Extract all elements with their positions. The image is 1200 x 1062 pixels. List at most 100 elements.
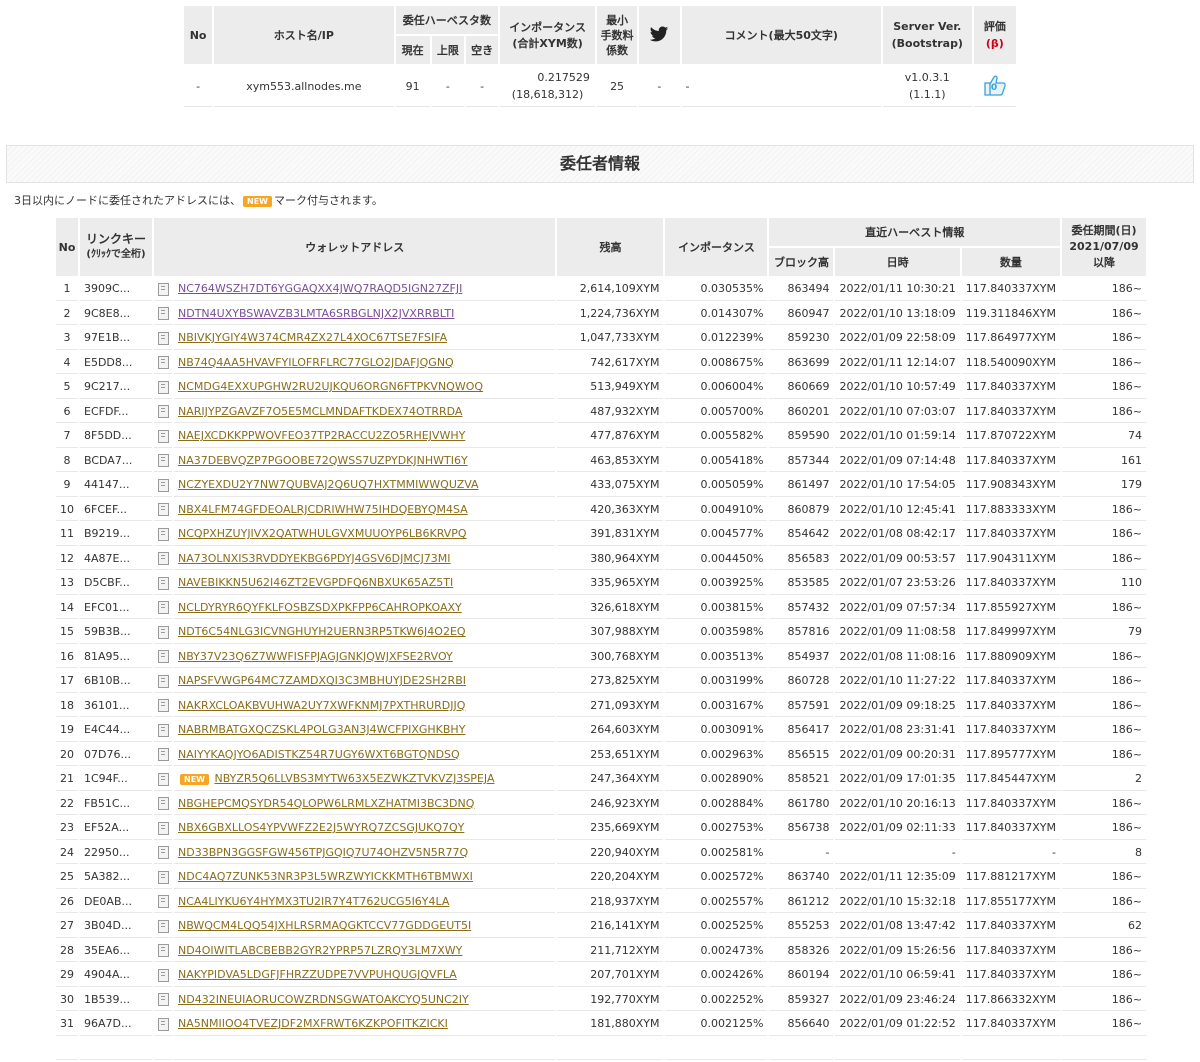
link-key[interactable]: EFC01... <box>80 597 152 619</box>
wallet-address-link[interactable]: ND33BPN3GGSFGW456TPJGQIQ7U74OHZV5N5R77Q <box>178 846 468 859</box>
wallet-address-link[interactable]: NA37DEBVQZP7PGOOBE72QWSS7UZPYDKJNHWTI6Y <box>178 454 468 467</box>
wallet-address-link[interactable]: NBYZR5Q6LLVBS3MYTW63X5EZWKZTVKVZJ3SPEJA <box>214 772 494 785</box>
link-key[interactable]: 96A7D... <box>80 1013 152 1036</box>
copy-button[interactable] <box>154 646 172 668</box>
copy-button[interactable] <box>154 499 172 521</box>
copy-button[interactable] <box>154 621 172 644</box>
wallet-address-link[interactable]: NBWQCM4LQQ54JXHLRSRMAQGKTCCV77GDDGEUT5I <box>178 919 471 932</box>
copy-button[interactable] <box>154 866 172 889</box>
link-key[interactable]: BCDA7... <box>80 450 152 472</box>
harvest-amount: 117.840337XYM <box>961 940 1060 962</box>
wallet-address-link[interactable]: NDTN4UXYBSWAVZB3LMTA6SRBGLNJX2JVXRRBLTI <box>178 307 454 320</box>
delegation-days: 186~ <box>1062 548 1146 570</box>
wallet-address-link[interactable]: NBIVKJYGIY4W374CMR4ZX27L4XOC67TSE7FSIFA <box>178 331 447 344</box>
link-key[interactable]: 36101... <box>80 695 152 717</box>
copy-button[interactable] <box>154 842 172 864</box>
block-height: 859230 <box>769 327 834 350</box>
copy-button[interactable] <box>154 793 172 815</box>
copy-button[interactable] <box>154 817 172 840</box>
copy-button[interactable] <box>154 523 172 546</box>
copy-button[interactable] <box>154 719 172 742</box>
copy-button[interactable] <box>154 768 172 791</box>
wallet-address-link[interactable]: NABRMBATGXQCZSKL4POLG3AN3J4WCFPIXGHKBHY <box>178 723 465 736</box>
copy-button[interactable] <box>154 940 172 962</box>
copy-button[interactable] <box>154 548 172 570</box>
copy-button[interactable] <box>154 989 172 1011</box>
wallet-address-link[interactable]: NCQPXHZUYJIVX2QATWHULGVXMUUOYP6LB6KRVPQ <box>178 527 467 540</box>
wallet-address-link[interactable]: ND4OIWITLABCBEBB2GYR2YPRP57LZRQY3LM7XWY <box>178 944 462 957</box>
link-key[interactable]: 6B10B... <box>80 670 152 693</box>
copy-button[interactable] <box>154 278 172 301</box>
link-key[interactable]: E5DD8... <box>80 352 152 374</box>
link-key[interactable]: 22950... <box>80 842 152 864</box>
copy-button[interactable] <box>154 670 172 693</box>
link-key[interactable]: 4A87E... <box>80 548 152 570</box>
wallet-address-link[interactable]: NARIJYPZGAVZF7O5E5MCLMNDAFTKDEX74OTRRDA <box>178 405 462 418</box>
copy-button[interactable] <box>154 964 172 987</box>
copy-button[interactable] <box>154 474 172 497</box>
link-key[interactable]: D5CBF... <box>80 572 152 595</box>
link-key[interactable]: E4C44... <box>80 719 152 742</box>
copy-button[interactable] <box>154 572 172 595</box>
link-key[interactable]: 9C217... <box>80 376 152 399</box>
copy-button[interactable] <box>154 450 172 472</box>
link-key[interactable]: 6FCEF... <box>80 499 152 521</box>
link-key[interactable]: 59B3B... <box>80 621 152 644</box>
copy-button[interactable] <box>154 352 172 374</box>
like-button[interactable]: 0 <box>982 72 1008 98</box>
link-key[interactable]: 5A382... <box>80 866 152 889</box>
copy-button[interactable] <box>154 1013 172 1036</box>
copy-button[interactable] <box>154 695 172 717</box>
wallet-address-link[interactable]: NAVEBIKKN5U62I46ZT2EVGPDFQ6NBXUK65AZ5TI <box>178 576 453 589</box>
table-row: 27 3B04D... NBWQCM4LQQ54JXHLRSRMAQGKTCCV77… <box>56 915 1146 938</box>
link-key[interactable]: 1B539... <box>80 989 152 1011</box>
empty-cell <box>56 1038 78 1060</box>
copy-button[interactable] <box>154 425 172 448</box>
wallet-address-link[interactable]: NCMDG4EXXUPGHW2RU2UJKQU6ORGN6FTPKVNQWOQ <box>178 380 483 393</box>
link-key[interactable]: 4904A... <box>80 964 152 987</box>
wallet-address-link[interactable]: NCLDYRYR6QYFKLFOSBZSDXPKFPP6CAHROPKOAXY <box>178 601 462 614</box>
wallet-address-link[interactable]: NDT6C54NLG3ICVNGHUYH2UERN3RP5TKW6J4O2EQ <box>178 625 466 638</box>
copy-button[interactable] <box>154 376 172 399</box>
link-key[interactable]: 97E1B... <box>80 327 152 350</box>
link-key[interactable]: 44147... <box>80 474 152 497</box>
copy-button[interactable] <box>154 597 172 619</box>
link-key[interactable]: FB51C... <box>80 793 152 815</box>
link-key[interactable]: 8F5DD... <box>80 425 152 448</box>
wallet-address-link[interactable]: NA73OLNXIS3RVDDYEKBG6PDYJ4GSV6DJMCJ73MI <box>178 552 451 565</box>
wallet-address-link[interactable]: NBX6GBXLLOS4YPVWFZ2E2J5WYRQ7ZCSGJUKQ7QY <box>178 821 464 834</box>
link-key[interactable]: DE0AB... <box>80 891 152 913</box>
link-key[interactable]: ECFDF... <box>80 401 152 423</box>
link-key[interactable]: 9C8E8... <box>80 303 152 325</box>
wallet-address-link[interactable]: NAKRXCLOAKBVUHWA2UY7XWFKNMJ7PXTHRURDJJQ <box>178 699 465 712</box>
wallet-address-link[interactable]: NAIYYKAQJYO6ADISTKZ54R7UGY6WXT6BGTQNDSQ <box>178 748 460 761</box>
wallet-address-link[interactable]: NC764WSZH7DT6YGGAQXX4JWQ7RAQD5IGN27ZFJI <box>178 282 462 295</box>
copy-button[interactable] <box>154 327 172 350</box>
link-key[interactable]: B9219... <box>80 523 152 546</box>
copy-button[interactable] <box>154 891 172 913</box>
wallet-address-link[interactable]: NBX4LFM74GFDEOALRJCDRIWHW75IHDQEBYQM4SA <box>178 503 468 516</box>
link-key[interactable]: 3B04D... <box>80 915 152 938</box>
wallet-address-link[interactable]: NAEJXCDKKPPWOVFEO37TP2RACCU2ZO5RHEJVWHY <box>178 429 465 442</box>
wallet-address-link[interactable]: NDC4AQ7ZUNK53NR3P3L5WRZWYICKKMTH6TBMWXI <box>178 870 473 883</box>
link-key[interactable]: 1C94F... <box>80 768 152 791</box>
wallet-address-link[interactable]: NBY37V23Q6Z7WWFISFPJAGJGNKJQWJXFSE2RVOY <box>178 650 453 663</box>
wallet-address-link[interactable]: NCA4LIYKU6Y4HYMX3TU2IR7Y4T762UCG5I6Y4LA <box>178 895 449 908</box>
header-rating-label: 評価 <box>983 20 1006 33</box>
wallet-address-link[interactable]: NBGHEPCMQSYDR54QLOPW6LRMLXZHATMI3BC3DNQ <box>178 797 474 810</box>
link-key[interactable]: 35EA6... <box>80 940 152 962</box>
copy-button[interactable] <box>154 915 172 938</box>
link-key[interactable]: 81A95... <box>80 646 152 668</box>
wallet-address-link[interactable]: ND432INEUIAORUCOWZRDNSGWATOAKCYQ5UNC2IY <box>178 993 469 1006</box>
copy-button[interactable] <box>154 744 172 766</box>
link-key[interactable]: 07D76... <box>80 744 152 766</box>
wallet-address-link[interactable]: NAKYPIDVA5LDGFJFHRZZUDPE7VVPUHQUGJQVFLA <box>178 968 457 981</box>
copy-button[interactable] <box>154 303 172 325</box>
wallet-address-link[interactable]: NA5NMIIOO4TVEZJDF2MXFRWT6KZKPOFITKZICKI <box>178 1017 448 1030</box>
link-key[interactable]: 3909C... <box>80 278 152 301</box>
wallet-address-link[interactable]: NB74Q4AA5HVAVFYILOFRFLRC77GLO2JDAFJQGNQ <box>178 356 454 369</box>
link-key[interactable]: EF52A... <box>80 817 152 840</box>
wallet-address-link[interactable]: NAPSFVWGP64MC7ZAMDXQI3C3MBHUYJDE2SH2RBI <box>178 674 466 687</box>
wallet-address-link[interactable]: NCZYEXDU2Y7NW7QUBVAJ2Q6UQ7HXTMMIWWQUZVA <box>178 478 479 491</box>
copy-button[interactable] <box>154 401 172 423</box>
